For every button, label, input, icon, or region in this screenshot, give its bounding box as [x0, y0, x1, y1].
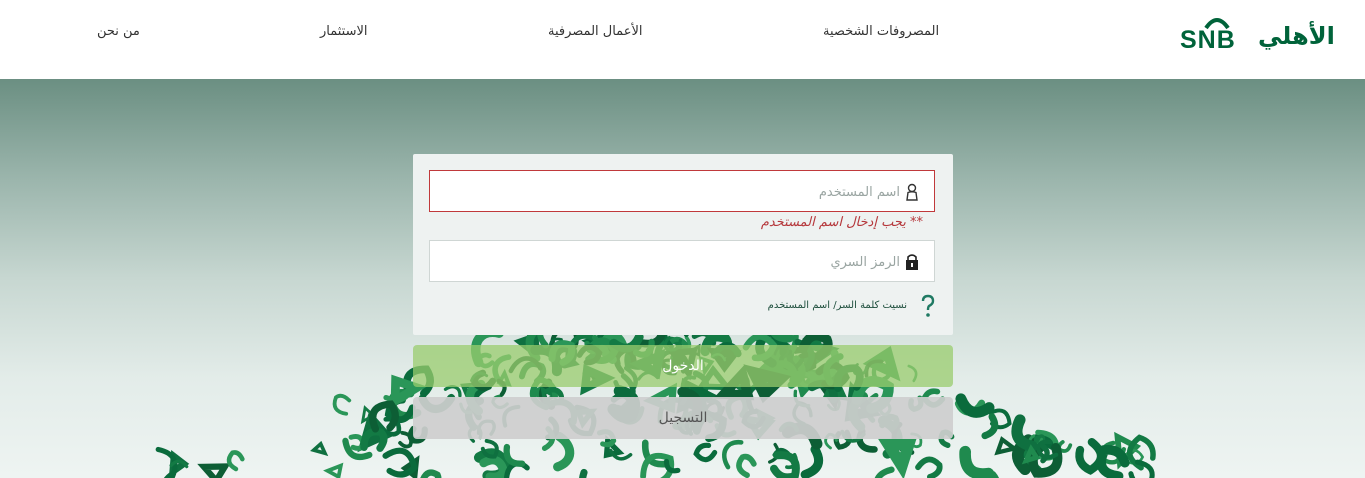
username-input[interactable]: [438, 171, 902, 213]
decor-letter: [959, 445, 995, 478]
decor-letter: [332, 393, 352, 416]
logo-text-latin: SNB: [1180, 26, 1236, 54]
login-card: ** يجب إدخال اسم المستخدم نسيت كلمة السر…: [413, 154, 953, 335]
decor-letter: [800, 444, 824, 478]
lock-icon: [906, 254, 918, 270]
decor-letter: [877, 438, 917, 478]
decor-letter: [553, 431, 575, 472]
nav-about-us[interactable]: من نحن: [97, 24, 140, 39]
snb-logo[interactable]: SNB الأهلي: [1178, 12, 1338, 56]
question-mark-icon[interactable]: [919, 294, 937, 318]
decor-letter: [981, 413, 999, 440]
decor-letter: [915, 456, 943, 478]
user-icon: [906, 183, 918, 201]
decor-letter: [323, 462, 344, 478]
username-field: [429, 170, 935, 213]
nav-personal-banking[interactable]: المصروفات الشخصية: [823, 24, 939, 39]
decor-letter: [873, 466, 895, 478]
register-button[interactable]: التسجيل: [413, 397, 953, 439]
decor-letter: [310, 440, 329, 457]
decor-letter: [693, 442, 718, 463]
decor-letter: [419, 469, 442, 478]
decor-letter: [578, 468, 601, 478]
username-error-message: ** يجب إدخال اسم المستخدم: [760, 215, 923, 230]
password-input[interactable]: [438, 241, 902, 283]
forgot-credentials-link[interactable]: نسيت كلمة السر/ اسم المستخدم: [768, 300, 907, 311]
decor-letter: [736, 453, 757, 478]
decor-letter: [1075, 438, 1105, 475]
password-field: [429, 240, 935, 283]
nav-investment[interactable]: الاستثمار: [320, 24, 368, 39]
nav-business-banking[interactable]: الأعمال المصرفية: [548, 24, 642, 39]
decor-letter: [197, 463, 231, 478]
decor-letter: [226, 450, 245, 472]
logo-text-arabic: الأهلي: [1258, 22, 1335, 50]
decor-letter: [955, 393, 995, 418]
top-navigation-bar: SNB الأهلي المصروفات الشخصية الأعمال الم…: [0, 0, 1365, 79]
login-button[interactable]: الدخول: [413, 345, 953, 387]
